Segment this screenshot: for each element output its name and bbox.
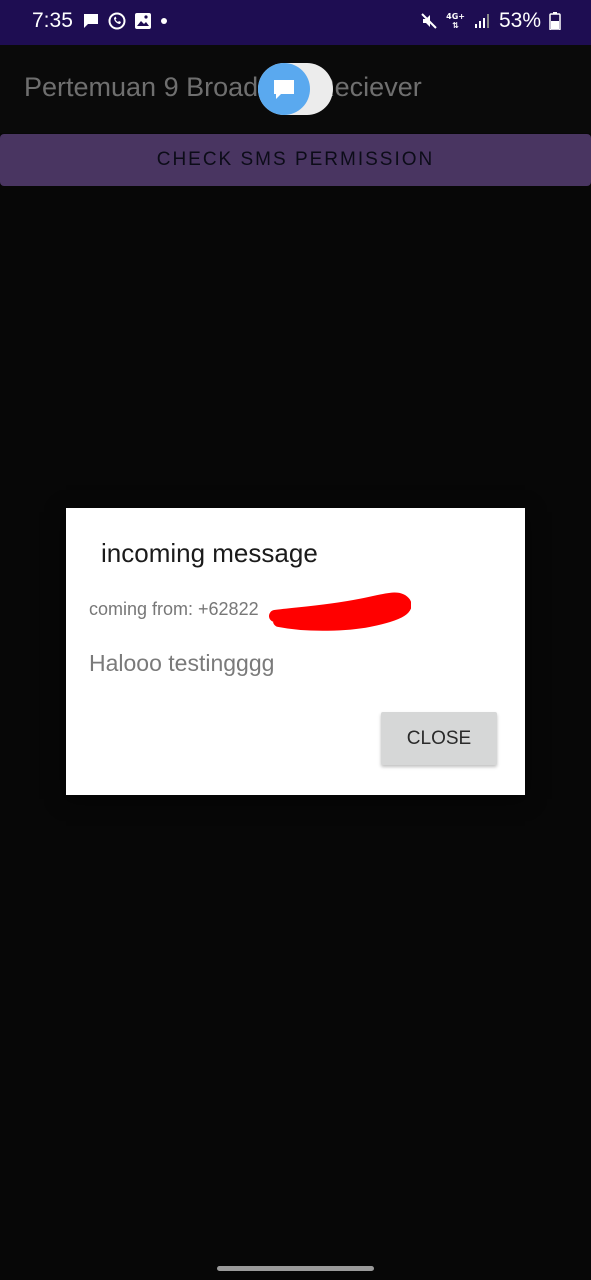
gallery-icon bbox=[135, 13, 151, 29]
close-button[interactable]: CLOSE bbox=[381, 712, 497, 765]
message-body: Halooo testingggg bbox=[89, 650, 275, 676]
status-time: 7:35 bbox=[32, 9, 73, 32]
notification-icons bbox=[82, 12, 168, 30]
redaction-scribble bbox=[269, 592, 411, 631]
navigation-bar bbox=[0, 1258, 591, 1280]
network-4g-icon: 4G+ ⇅ bbox=[446, 12, 465, 30]
chat-bubble-toggle[interactable] bbox=[258, 63, 333, 115]
dot-icon bbox=[161, 18, 167, 24]
app-title: Pertemuan 9 Broadcast Reciever bbox=[24, 72, 422, 102]
whatsapp-icon bbox=[108, 12, 126, 30]
sender-number: coming from: +62822 bbox=[89, 599, 259, 619]
mute-icon bbox=[421, 13, 437, 29]
system-icons: 4G+ ⇅ 53% bbox=[420, 9, 561, 33]
signal-icon bbox=[474, 14, 489, 28]
check-sms-permission-button[interactable]: CHECK SMS PERMISSION bbox=[0, 134, 591, 186]
battery-icon bbox=[549, 12, 561, 30]
chat-bubble-icon[interactable] bbox=[258, 63, 310, 115]
home-gesture-handle[interactable] bbox=[217, 1266, 374, 1271]
network-tag: 4G+ bbox=[446, 12, 465, 21]
battery-percent: 53% bbox=[498, 9, 541, 32]
message-icon bbox=[84, 14, 98, 28]
status-bar: 7:35 4G+ ⇅ 53% bbox=[0, 0, 591, 45]
incoming-message-dialog: incoming message coming from: +62822 Hal… bbox=[66, 508, 525, 795]
dialog-title: incoming message bbox=[101, 538, 318, 568]
app-bar: Pertemuan 9 Broadcast Reciever bbox=[0, 45, 591, 133]
